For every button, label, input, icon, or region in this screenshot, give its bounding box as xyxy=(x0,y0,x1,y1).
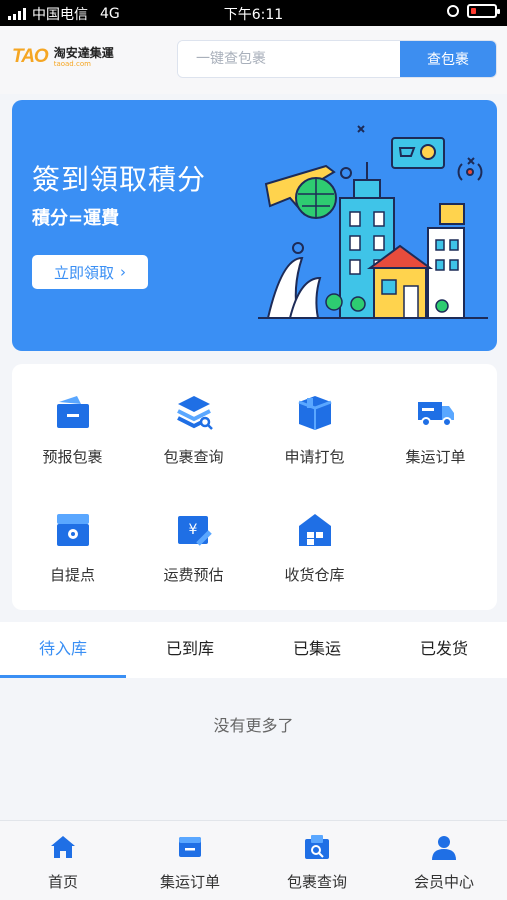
grid-label: 集运订单 xyxy=(405,448,466,466)
user-icon xyxy=(432,836,456,860)
nav-label: 集运订单 xyxy=(159,873,220,891)
nav-home[interactable]: 首页 xyxy=(0,833,126,892)
logo-mark: TAO xyxy=(12,46,49,67)
search-bar: 查包裹 xyxy=(177,40,497,78)
chevron-right-icon: › xyxy=(120,263,126,281)
banner-subtitle: 積分=運費 xyxy=(32,208,120,229)
status-time: 下午6:11 xyxy=(223,7,284,23)
tab-consolidated[interactable]: 已集运 xyxy=(254,622,380,678)
status-bar: 中国电信 4G 下午6:11 xyxy=(0,0,507,26)
nav-orders[interactable]: 集运订单 xyxy=(127,833,253,892)
tab-shipped[interactable]: 已发货 xyxy=(381,622,507,678)
grid-label: 自提点 xyxy=(49,566,95,584)
header: TAO 淘安達集運 taoad.com 查包裹 xyxy=(0,26,507,94)
banner-title: 簽到領取積分 xyxy=(32,163,207,196)
grid-item-pickup-point[interactable]: 自提点 xyxy=(12,510,133,585)
empty-state-text: 没有更多了 xyxy=(213,716,294,735)
grid-item-consolidation-orders[interactable]: 集运订单 xyxy=(375,392,496,467)
claim-button-label: 立即領取 xyxy=(53,263,114,282)
grid-label: 运费预估 xyxy=(163,566,224,584)
nav-label: 包裹查询 xyxy=(286,873,347,891)
grid-item-package-query[interactable]: 包裹查询 xyxy=(133,392,254,467)
grid-label: 包裹查询 xyxy=(163,448,224,466)
checkin-banner[interactable]: 簽到領取積分 積分=運費 立即領取 › xyxy=(12,100,497,351)
grid-item-shipping-estimate[interactable]: ¥ 运费预估 xyxy=(133,510,254,585)
package-search-icon xyxy=(305,835,329,859)
bottom-nav: 首页 集运订单 包裹查询 会员中心 xyxy=(0,820,507,900)
search-input[interactable] xyxy=(178,41,402,77)
claim-button[interactable]: 立即領取 › xyxy=(32,255,148,289)
nav-member-center[interactable]: 会员中心 xyxy=(381,833,507,892)
stack-search-icon xyxy=(176,396,213,430)
grid-label: 申请打包 xyxy=(284,448,345,466)
logo-name: 淘安達集運 xyxy=(53,45,114,60)
home-icon xyxy=(51,836,75,858)
orders-icon xyxy=(179,837,201,857)
grid-item-request-pack[interactable]: 申请打包 xyxy=(254,392,375,467)
battery-icon xyxy=(467,4,500,18)
svg-text:¥: ¥ xyxy=(188,522,197,538)
grid-label: 预报包裹 xyxy=(42,448,103,466)
rotation-lock-icon xyxy=(447,5,459,17)
nav-package-query[interactable]: 包裹查询 xyxy=(254,833,380,892)
price-tag-icon: ¥ xyxy=(177,516,212,546)
grid-label: 收货仓库 xyxy=(284,566,345,584)
grid-item-warehouse[interactable]: 收货仓库 xyxy=(254,510,375,585)
search-button[interactable]: 查包裹 xyxy=(400,41,496,77)
warehouse-icon xyxy=(298,514,331,546)
box-icon xyxy=(297,396,332,430)
truck-icon xyxy=(417,402,454,427)
logo-text: 淘安達集運 taoad.com xyxy=(54,47,114,68)
nav-label: 会员中心 xyxy=(413,873,474,891)
logo: TAO 淘安達集運 taoad.com xyxy=(12,46,114,68)
logo-url: taoad.com xyxy=(53,59,91,68)
store-icon xyxy=(56,514,89,546)
status-right xyxy=(447,4,500,18)
order-status-tabs: 待入库 已到库 已集运 已发货 xyxy=(0,622,507,678)
wallet-icon xyxy=(56,396,89,428)
grid-item-forecast[interactable]: 预报包裹 xyxy=(12,392,133,467)
tab-arrived[interactable]: 已到库 xyxy=(127,622,253,678)
nav-label: 首页 xyxy=(47,873,78,891)
tab-pending-storage[interactable]: 待入库 xyxy=(0,622,126,678)
city-logistics-illustration xyxy=(258,125,488,319)
function-grid: 预报包裹 包裹查询 申请打包 集运订单 自提点 ¥ 运费预估 收货仓库 xyxy=(12,364,497,610)
